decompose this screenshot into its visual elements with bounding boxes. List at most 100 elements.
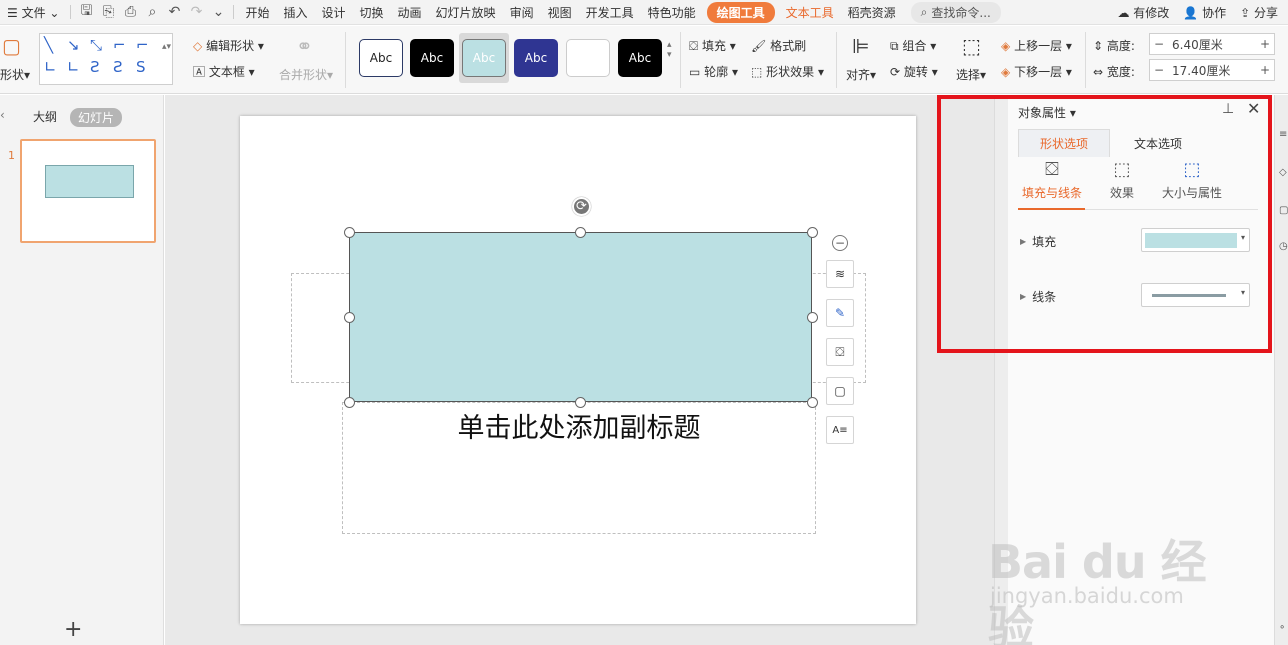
format-painter-button[interactable]: 🖌 格式刷	[751, 37, 806, 54]
add-slide-icon[interactable]: +	[64, 617, 82, 642]
resize-handle[interactable]	[807, 397, 818, 408]
shape-side-icon[interactable]: ◇	[1279, 167, 1287, 178]
search-placeholder: 查找命令...	[931, 5, 991, 20]
save-icon[interactable]: 🖫	[75, 0, 97, 24]
print-preview-icon[interactable]: ⌕	[141, 4, 163, 20]
style-sample[interactable]: Abc	[618, 39, 662, 77]
width-field[interactable]: − 17.40厘米 +	[1149, 59, 1275, 81]
file-menu[interactable]: ☰ 文件 ⌄	[0, 4, 66, 21]
width-label: ⇔ 宽度:	[1093, 63, 1135, 80]
curved-arrow-icon[interactable]: Ƨ	[113, 58, 123, 76]
width-increase-button[interactable]: +	[1256, 63, 1274, 77]
merge-shape-button[interactable]: 合并形状▾	[279, 66, 333, 83]
resize-handle[interactable]	[575, 227, 586, 238]
fill-bucket-icon[interactable]: ⛋	[826, 338, 854, 366]
tab-insert[interactable]: 插入	[276, 4, 314, 21]
tab-slideshow[interactable]: 幻灯片放映	[429, 4, 503, 21]
style-sample[interactable]	[566, 39, 610, 77]
curved-connector-icon[interactable]: Ƨ	[90, 58, 100, 76]
style-sample[interactable]: Abc	[462, 39, 506, 77]
subtitle-placeholder-text[interactable]: 单击此处添加副标题	[342, 406, 816, 445]
align-label: 对齐	[846, 68, 871, 82]
edit-shape-button[interactable]: ◇ 编辑形状 ▾	[193, 37, 264, 54]
width-decrease-button[interactable]: −	[1150, 63, 1168, 77]
shape-gallery[interactable]: ╲ ↘ ⤡ ⌐ ⌐ ∟ ∟ Ƨ Ƨ S ▴▾	[39, 33, 173, 85]
resize-handle[interactable]	[575, 397, 586, 408]
tab-home[interactable]: 开始	[238, 4, 276, 21]
rotate-handle-icon[interactable]: ⟳	[572, 197, 591, 216]
align-button[interactable]: 对齐▾	[846, 66, 876, 83]
tab-features[interactable]: 特色功能	[641, 4, 703, 21]
frame-side-icon[interactable]: ▢	[1279, 205, 1288, 216]
fill-button[interactable]: ⛋ 填充 ▾	[689, 37, 736, 54]
shape-button[interactable]: 形状▾	[0, 66, 30, 83]
connector-arrow-icon[interactable]: ∟	[67, 58, 80, 76]
format-painter-icon[interactable]: ⎘	[97, 4, 119, 20]
style-brush-icon[interactable]: ✎	[826, 299, 854, 327]
line-shape-icon[interactable]: ╲	[44, 36, 53, 54]
tab-outline[interactable]: 大纲	[33, 108, 57, 125]
tab-animation[interactable]: 动画	[391, 4, 429, 21]
shape-icon[interactable]: ▢	[2, 34, 21, 58]
tab-design[interactable]: 设计	[315, 4, 353, 21]
select-button[interactable]: 选择▾	[956, 66, 986, 83]
style-sample[interactable]: Abc	[410, 39, 454, 77]
curve-icon[interactable]: S	[136, 58, 146, 76]
shape-effect-button[interactable]: ⬚ 形状效果 ▾	[751, 63, 824, 80]
properties-side-icon[interactable]: ≡	[1279, 129, 1287, 140]
redo-icon[interactable]: ↷	[185, 4, 207, 20]
arrow-shape-icon[interactable]: ↘	[67, 36, 80, 54]
print-icon[interactable]: ⎙	[119, 4, 141, 20]
bring-forward-button[interactable]: ◈ 上移一层 ▾	[1001, 37, 1072, 54]
settings-side-icon[interactable]: ∘	[1279, 622, 1285, 633]
undo-icon[interactable]: ↶	[163, 4, 185, 20]
tab-developer[interactable]: 开发工具	[579, 4, 641, 21]
command-search[interactable]: ⌕ 查找命令...	[910, 1, 1001, 23]
height-increase-button[interactable]: +	[1256, 37, 1274, 51]
style-gallery-scroll-icon[interactable]: ▴ ▾	[667, 40, 672, 60]
modified-button[interactable]: ☁ 有修改	[1117, 4, 1169, 21]
style-sample[interactable]: Abc	[514, 39, 558, 77]
text-wrap-icon[interactable]: A≡	[826, 416, 854, 444]
tab-slides[interactable]: 幻灯片	[70, 108, 123, 127]
height-decrease-button[interactable]: −	[1150, 37, 1168, 51]
width-value[interactable]: 17.40厘米	[1168, 62, 1256, 79]
elbow-arrow-icon[interactable]: ⌐	[136, 36, 149, 54]
more-icon[interactable]: ⌄	[207, 4, 229, 20]
rotate-icon: ⟳	[890, 65, 901, 79]
outline-button[interactable]: ▭ 轮廓 ▾	[689, 63, 738, 80]
collapse-toolbar-icon[interactable]: −	[832, 235, 848, 251]
tab-transition[interactable]: 切换	[353, 4, 391, 21]
tab-resources[interactable]: 稻壳资源	[841, 4, 903, 21]
resize-handle[interactable]	[344, 227, 355, 238]
resize-handle[interactable]	[807, 312, 818, 323]
send-backward-button[interactable]: ◈ 下移一层 ▾	[1001, 63, 1072, 80]
layers-icon[interactable]: ≋	[826, 260, 854, 288]
connector-icon[interactable]: ∟	[44, 58, 57, 76]
selected-rectangle[interactable]	[349, 232, 812, 402]
select-icon: ⬚	[962, 34, 981, 58]
resize-handle[interactable]	[807, 227, 818, 238]
rotate-button[interactable]: ⟳ 旋转 ▾	[890, 63, 938, 80]
double-arrow-shape-icon[interactable]: ⤡	[90, 36, 102, 54]
slide-thumbnail[interactable]	[20, 139, 156, 243]
tab-review[interactable]: 审阅	[503, 4, 541, 21]
collab-button[interactable]: 👤 协作	[1183, 4, 1226, 21]
elbow-connector-icon[interactable]: ⌐	[113, 36, 126, 54]
share-button[interactable]: ⇪ 分享	[1240, 4, 1278, 21]
tab-text-tools[interactable]: 文本工具	[779, 4, 841, 21]
gallery-scroll-icon[interactable]: ▴▾	[162, 42, 171, 52]
tab-drawing-tools[interactable]: 绘图工具	[706, 1, 775, 23]
collapse-panel-icon[interactable]: ‹	[0, 108, 5, 122]
tab-view[interactable]: 视图	[541, 4, 579, 21]
height-field[interactable]: − 6.40厘米 +	[1149, 33, 1275, 55]
clock-side-icon[interactable]: ◷	[1279, 241, 1288, 252]
textbox-button[interactable]: 🄰 文本框 ▾	[193, 63, 255, 80]
group-button[interactable]: ⧉ 组合 ▾	[890, 37, 936, 54]
outline-frame-icon[interactable]: ▢	[826, 377, 854, 405]
resize-handle[interactable]	[344, 312, 355, 323]
style-sample[interactable]: Abc	[359, 39, 403, 77]
edit-shape-label: 编辑形状	[206, 39, 255, 53]
height-value[interactable]: 6.40厘米	[1168, 36, 1256, 53]
resize-handle[interactable]	[344, 397, 355, 408]
